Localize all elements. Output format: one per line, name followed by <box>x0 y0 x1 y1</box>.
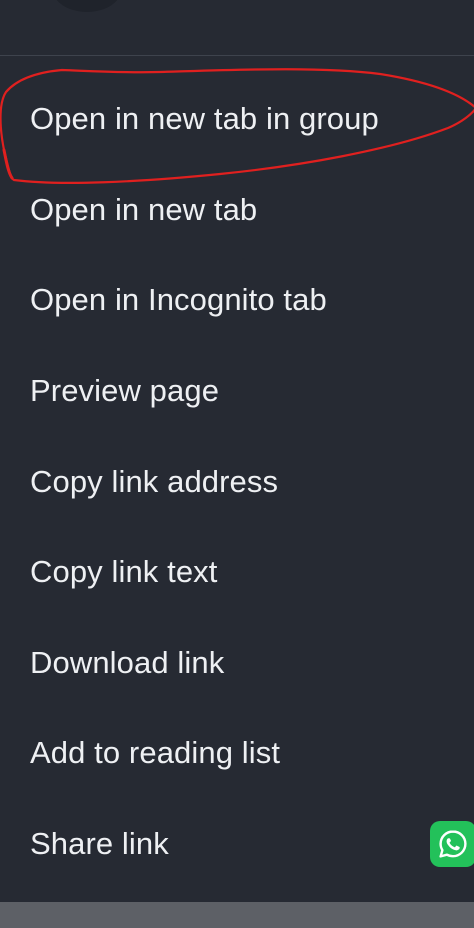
menu-item-label: Copy link address <box>30 463 279 499</box>
menu-header <box>0 0 474 55</box>
bottom-scrim <box>0 902 474 928</box>
menu-item-label: Open in new tab in group <box>30 101 379 137</box>
menu-item-download-link[interactable]: Download link <box>0 618 474 709</box>
menu-item-label: Download link <box>30 644 225 680</box>
menu-item-open-in-new-tab[interactable]: Open in new tab <box>0 165 474 256</box>
context-menu-screen: Open in new tab in group Open in new tab… <box>0 0 474 928</box>
menu-item-label: Add to reading list <box>30 735 281 771</box>
menu-item-preview-page[interactable]: Preview page <box>0 346 474 437</box>
favicon <box>52 0 122 12</box>
menu-item-copy-link-text[interactable]: Copy link text <box>0 527 474 618</box>
menu-item-open-in-incognito-tab[interactable]: Open in Incognito tab <box>0 255 474 346</box>
menu-item-label: Share link <box>30 826 169 862</box>
menu-item-add-to-reading-list[interactable]: Add to reading list <box>0 708 474 799</box>
menu-item-open-in-new-tab-in-group[interactable]: Open in new tab in group <box>0 74 474 165</box>
context-menu: Open in new tab in group Open in new tab… <box>0 74 474 889</box>
menu-divider <box>0 55 474 56</box>
menu-item-label: Open in new tab <box>30 191 258 227</box>
menu-item-share-link[interactable]: Share link <box>0 799 474 890</box>
menu-item-label: Copy link text <box>30 554 218 590</box>
menu-item-label: Open in Incognito tab <box>30 282 327 318</box>
menu-item-label: Preview page <box>30 373 220 409</box>
menu-item-copy-link-address[interactable]: Copy link address <box>0 436 474 527</box>
whatsapp-icon[interactable] <box>430 821 474 867</box>
